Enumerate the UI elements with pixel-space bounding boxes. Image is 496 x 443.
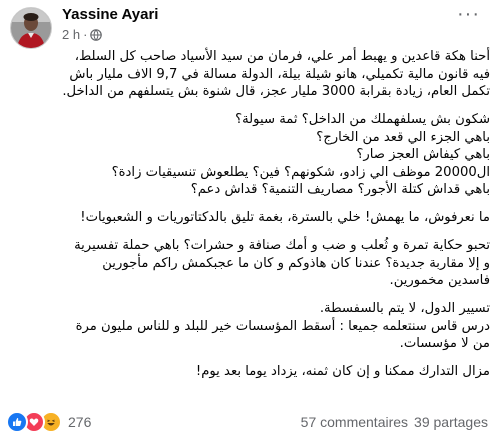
globe-icon — [90, 28, 103, 41]
author-name[interactable]: Yassine Ayari — [62, 6, 158, 23]
post-line: و إلا مقاربة جديدة؟ عندنا كان هاذوكم و ك… — [102, 255, 490, 271]
post-paragraph-3: ما نعرفوش، ما يهمش! خلي بالسترة، بغمة تل… — [8, 209, 490, 227]
avatar[interactable] — [10, 7, 52, 49]
post-line: باهي قداش كتلة الأجور؟ مصاريف التنمية؟ ق… — [190, 182, 490, 197]
post-time[interactable]: 2 h — [62, 27, 80, 42]
post-line: تحبو حكاية تمرة و ثُعلب و ضب و أمك صنافة… — [74, 238, 490, 253]
like-reaction-icon — [6, 411, 28, 433]
post-footer: 276 57 commentaires 39 partages — [0, 401, 496, 442]
post-line: تكمل العام، زيادة بقرابة 3000 مليار عجز،… — [62, 84, 490, 99]
post-header: Yassine Ayari 2 h · ··· — [4, 2, 490, 49]
post-line: باهي كيفاش العجز صار؟ — [356, 147, 490, 162]
post-line: فاسدين مخمورين. — [389, 273, 490, 288]
reactions-summary[interactable]: 276 — [6, 411, 91, 433]
post-line: فيه قانون مالية تكميلي، هانو شيلة بيلة، … — [69, 66, 490, 82]
post-line: ال20000 موظف الي زادو، شكونهم؟ فين؟ يطلع… — [111, 164, 490, 180]
post-line: أحنا هكة قاعدين و يهبط أمر علي، فرمان من… — [74, 49, 490, 64]
post-paragraph-4: تحبو حكاية تمرة و ثُعلب و ضب و أمك صنافة… — [8, 237, 490, 290]
post-line: مزال التدارك ممكنا و إن كان ثمنه، يزداد … — [195, 364, 490, 379]
post-line: تسيير الدول، لا يتم بالسفسطة. — [319, 301, 490, 316]
post-body: أحنا هكة قاعدين و يهبط أمر علي، فرمان من… — [8, 48, 490, 391]
post-paragraph-1: أحنا هكة قاعدين و يهبط أمر علي، فرمان من… — [8, 48, 490, 101]
post-paragraph-6: مزال التدارك ممكنا و إن كان ثمنه، يزداد … — [8, 363, 490, 381]
engagement-counts: 57 commentaires 39 partages — [301, 414, 488, 430]
post-line: باهي الجزء الي قعد من الخارج؟ — [316, 129, 490, 145]
post-meta: 2 h · — [62, 27, 103, 42]
shares-count[interactable]: 39 partages — [414, 414, 488, 430]
meta-separator: · — [83, 27, 88, 42]
post-line: درس قاس سنتعلمه جميعا : أسقط المؤسسات خي… — [75, 318, 490, 334]
post-line: شكون بش يسلفهملك من الداخل؟ ثمة سيولة؟ — [235, 112, 490, 127]
post-paragraph-5: تسيير الدول، لا يتم بالسفسطة. درس قاس سن… — [8, 300, 490, 353]
more-icon[interactable]: ··· — [457, 4, 480, 24]
comments-count[interactable]: 57 commentaires — [301, 414, 408, 430]
reaction-count: 276 — [68, 414, 92, 430]
post-line: ما نعرفوش، ما يهمش! خلي بالسترة، بغمة تل… — [80, 210, 490, 225]
post-line: من لا مؤسسات. — [399, 336, 490, 351]
post-paragraph-2: شكون بش يسلفهملك من الداخل؟ ثمة سيولة؟ ب… — [8, 111, 490, 199]
